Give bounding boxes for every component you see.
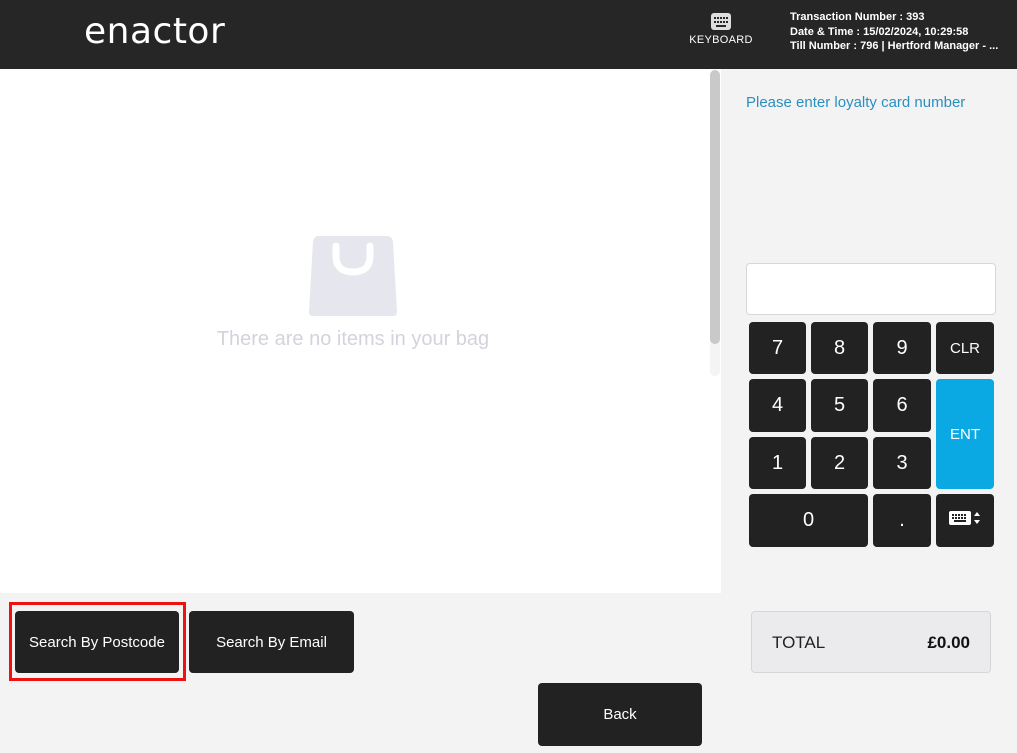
scrollbar-thumb[interactable] — [710, 70, 720, 344]
keyboard-toggle-key[interactable] — [936, 494, 994, 547]
search-by-postcode-button[interactable]: Search By Postcode — [15, 611, 179, 673]
enter-key[interactable]: ENT — [936, 379, 994, 489]
key-4[interactable]: 4 — [749, 379, 806, 432]
key-7[interactable]: 7 — [749, 322, 806, 374]
key-9[interactable]: 9 — [873, 322, 931, 374]
total-label: TOTAL — [772, 633, 826, 652]
key-3[interactable]: 3 — [873, 437, 931, 489]
clear-key[interactable]: CLR — [936, 322, 994, 374]
logo-text: enactor — [84, 11, 226, 52]
key-5[interactable]: 5 — [811, 379, 868, 432]
loyalty-prompt: Please enter loyalty card number — [746, 94, 966, 111]
enactor-logo: enactor — [84, 10, 225, 54]
key-decimal[interactable]: . — [873, 494, 931, 547]
empty-bag-message: There are no items in your bag — [216, 328, 490, 350]
shopping-bag-icon — [309, 236, 397, 321]
key-0[interactable]: 0 — [749, 494, 868, 547]
keyboard-toggle-icon — [948, 509, 982, 533]
key-6[interactable]: 6 — [873, 379, 931, 432]
keyboard-button[interactable]: KEYBOARD — [684, 8, 758, 62]
total-panel: TOTAL £0.00 — [751, 611, 991, 673]
till-number: Till Number : 796 | Hertford Manager - .… — [790, 40, 999, 52]
back-button[interactable]: Back — [538, 683, 702, 746]
top-bar: enactor KEYBOARD Transaction Number : 39… — [0, 0, 1017, 69]
keyboard-icon — [684, 12, 758, 32]
transaction-number: Transaction Number : 393 — [790, 11, 925, 23]
key-8[interactable]: 8 — [811, 322, 868, 374]
key-1[interactable]: 1 — [749, 437, 806, 489]
basket-scrollbar[interactable] — [709, 70, 721, 376]
key-2[interactable]: 2 — [811, 437, 868, 489]
date-time: Date & Time : 15/02/2024, 10:29:58 — [790, 25, 969, 38]
total-value: £0.00 — [927, 633, 970, 652]
transaction-info: Transaction Number : 393 Date & Time : 1… — [790, 10, 1008, 54]
keyboard-label: KEYBOARD — [689, 34, 753, 46]
loyalty-card-input[interactable] — [746, 263, 996, 315]
search-by-email-button[interactable]: Search By Email — [189, 611, 354, 673]
